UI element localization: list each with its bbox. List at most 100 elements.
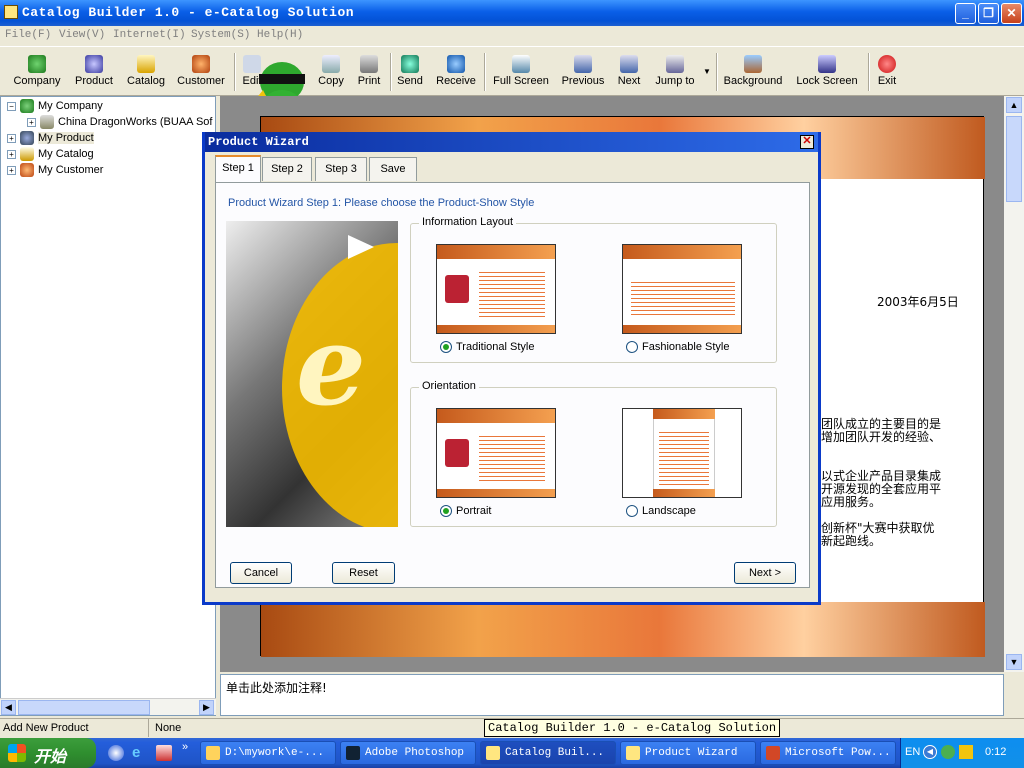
taskbar: 开始 e » D:\mywork\e-... Adobe Photoshop C… — [0, 738, 1024, 768]
print-button[interactable]: Print — [354, 51, 384, 93]
internet-explorer-icon[interactable]: e — [132, 745, 148, 761]
send-button[interactable]: Send — [395, 51, 425, 93]
jump-to-dropdown-icon[interactable]: ▼ — [703, 67, 711, 76]
wizard-heading: Product Wizard Step 1: Please choose the… — [228, 197, 535, 209]
menu-view[interactable]: View(V) — [59, 29, 105, 41]
expand-icon[interactable]: + — [7, 165, 16, 175]
tray-app-icon[interactable] — [959, 745, 973, 759]
network-icon[interactable] — [941, 745, 955, 759]
tree-item-my-customer[interactable]: + My Customer — [7, 163, 103, 179]
scroll-thumb[interactable] — [1006, 116, 1022, 202]
clock[interactable]: 0:12 — [985, 746, 1006, 758]
customer-icon — [20, 163, 34, 177]
tree-item-my-product[interactable]: + My Product — [7, 131, 94, 147]
toolbar-separator — [484, 53, 486, 91]
task-photoshop[interactable]: Adobe Photoshop — [340, 741, 476, 765]
quicklaunch-icon[interactable] — [156, 745, 172, 761]
task-explorer[interactable]: D:\mywork\e-... — [200, 741, 336, 765]
notes-pane[interactable]: 单击此处添加注释! — [220, 674, 1004, 716]
landscape-preview[interactable] — [622, 408, 742, 498]
background-button[interactable]: Background — [722, 51, 784, 93]
jump-to-button[interactable]: Jump to — [652, 51, 698, 93]
language-indicator[interactable]: EN — [905, 746, 920, 758]
portrait-preview[interactable] — [436, 408, 556, 498]
traditional-style-radio[interactable]: Traditional Style — [440, 341, 535, 354]
previous-button[interactable]: Previous — [560, 51, 606, 93]
full-screen-label: Full Screen — [493, 75, 549, 87]
catalog-builder-icon — [486, 746, 500, 760]
send-icon — [401, 55, 419, 73]
copy-button[interactable]: Copy — [316, 51, 346, 93]
next-button[interactable]: Next > — [734, 562, 796, 584]
exit-button[interactable]: Exit — [874, 51, 900, 93]
media-player-icon[interactable] — [108, 745, 124, 761]
start-button[interactable]: 开始 — [0, 738, 96, 768]
receive-button[interactable]: Receive — [434, 51, 478, 93]
tree-item-china-dragonworks[interactable]: + China DragonWorks (BUAA Sof — [27, 115, 212, 131]
product-icon — [20, 131, 34, 145]
product-wizard-icon — [626, 746, 640, 760]
tab-step-3[interactable]: Step 3 — [315, 157, 367, 181]
tree-horizontal-scrollbar[interactable]: ◀ ▶ — [0, 698, 216, 715]
minimize-button[interactable]: _ — [955, 3, 976, 24]
next-button[interactable]: Next — [614, 51, 644, 93]
e-logo-icon: e — [296, 301, 366, 430]
chevron-left-icon[interactable]: ◀ — [923, 745, 937, 759]
close-button[interactable]: ✕ — [1001, 3, 1022, 24]
maximize-button[interactable]: ❐ — [978, 3, 999, 24]
group-label: Information Layout — [419, 216, 517, 228]
full-screen-button[interactable]: Full Screen — [492, 51, 550, 93]
toolbar-separator — [234, 53, 236, 91]
menu-help[interactable]: Help(H) — [257, 29, 303, 41]
expand-icon[interactable]: + — [7, 149, 16, 159]
tree-item-my-company[interactable]: − My Company — [7, 99, 103, 115]
menu-system[interactable]: System(S) — [191, 29, 250, 41]
status-selection: None — [155, 722, 182, 734]
scroll-left-icon[interactable]: ◀ — [1, 700, 16, 715]
landscape-radio[interactable]: Landscape — [626, 505, 696, 518]
company-button[interactable]: Company — [10, 51, 64, 93]
document-vertical-scrollbar[interactable]: ▲ ▼ — [1004, 96, 1024, 672]
reset-button[interactable]: Reset — [332, 562, 395, 584]
close-icon[interactable]: ✕ — [800, 135, 814, 149]
menu-file[interactable]: File(F) — [5, 29, 51, 41]
catalog-button[interactable]: Catalog — [124, 51, 168, 93]
folder-icon — [206, 746, 220, 760]
fashionable-style-radio[interactable]: Fashionable Style — [626, 341, 729, 354]
print-label: Print — [357, 75, 381, 87]
navigation-tree: − My Company + China DragonWorks (BUAA Sof… — [0, 96, 216, 716]
toolbar-separator — [868, 53, 870, 91]
task-catalog-builder[interactable]: Catalog Buil... — [480, 741, 616, 765]
tree-label: My Customer — [38, 163, 104, 176]
task-product-wizard[interactable]: Product Wizard — [620, 741, 756, 765]
scroll-down-icon[interactable]: ▼ — [1006, 654, 1022, 670]
scroll-right-icon[interactable]: ▶ — [199, 700, 214, 715]
chevron-right-icon[interactable]: » — [182, 741, 188, 753]
product-button[interactable]: Product — [70, 51, 118, 93]
previous-label: Previous — [561, 75, 605, 87]
lock-screen-button[interactable]: Lock Screen — [794, 51, 860, 93]
wizard-body: Product Wizard Step 1: Please choose the… — [215, 182, 810, 588]
tab-step-2[interactable]: Step 2 — [262, 157, 312, 181]
menu-internet[interactable]: Internet(I) — [113, 29, 186, 41]
collapse-icon[interactable]: − — [7, 101, 16, 111]
traditional-style-preview[interactable] — [436, 244, 556, 334]
tab-save[interactable]: Save — [369, 157, 417, 181]
portrait-radio[interactable]: Portrait — [440, 505, 492, 518]
previous-icon — [574, 55, 592, 73]
tree-item-my-catalog[interactable]: + My Catalog — [7, 147, 94, 163]
scroll-up-icon[interactable]: ▲ — [1006, 97, 1022, 113]
radio-label: Traditional Style — [456, 341, 535, 353]
customer-button[interactable]: Customer — [174, 51, 228, 93]
scroll-thumb[interactable] — [18, 700, 150, 715]
radio-label: Portrait — [456, 505, 492, 517]
fashionable-style-preview[interactable] — [622, 244, 742, 334]
receive-icon — [447, 55, 465, 73]
tab-step-1[interactable]: Step 1 — [215, 155, 261, 182]
expand-icon[interactable]: + — [27, 117, 36, 127]
cancel-button[interactable]: Cancel — [230, 562, 292, 584]
expand-icon[interactable]: + — [7, 133, 16, 143]
tree-label: My Company — [38, 99, 103, 112]
task-powerpoint[interactable]: Microsoft Pow... — [760, 741, 896, 765]
radio-selected-icon — [440, 505, 452, 518]
